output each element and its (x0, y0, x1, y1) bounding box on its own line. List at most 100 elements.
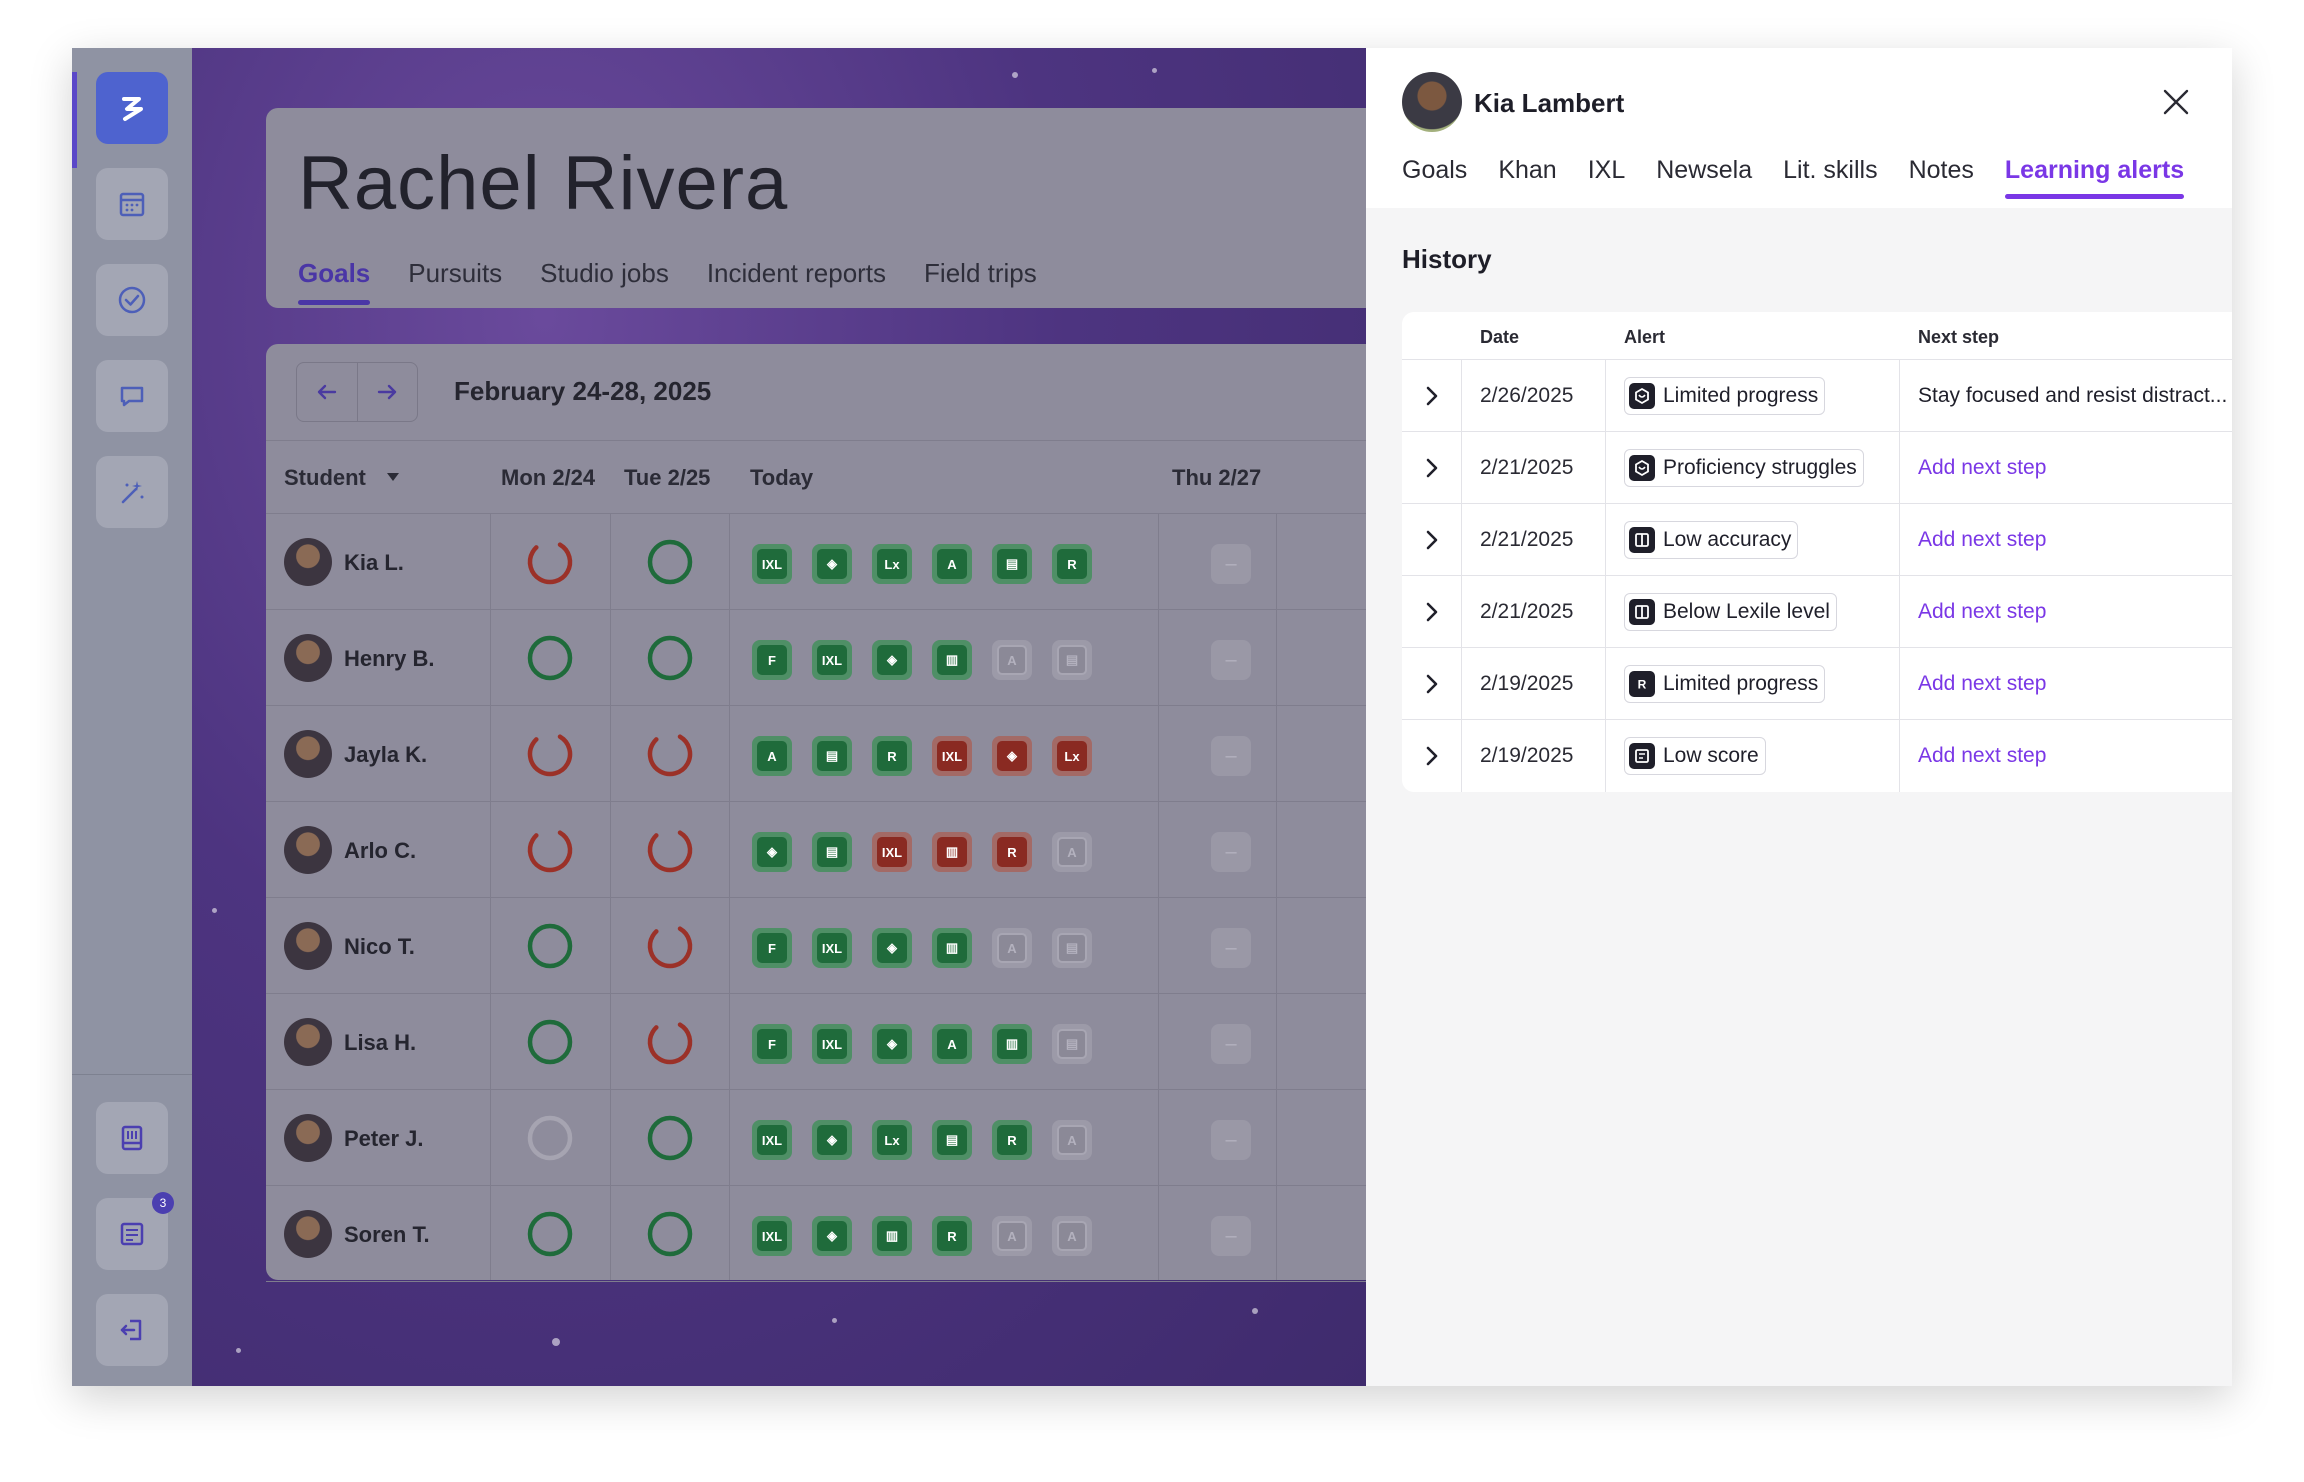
app-activity-icon[interactable]: ◈ (992, 736, 1032, 776)
app-activity-icon[interactable]: ◈ (752, 832, 792, 872)
app-activity-icon[interactable]: A (992, 1216, 1032, 1256)
rail-library-button[interactable] (96, 1102, 168, 1174)
goal-progress-ring-mon[interactable] (526, 730, 574, 778)
table-row[interactable]: Jayla K. A ▤ R IXL ◈ Lx – (266, 706, 1366, 802)
rail-magic-button[interactable] (96, 456, 168, 528)
app-activity-icon[interactable]: IXL (812, 1024, 852, 1064)
student-name[interactable]: Henry B. (344, 646, 434, 672)
goal-progress-ring-tue[interactable] (646, 634, 694, 682)
goal-progress-ring-tue[interactable] (646, 538, 694, 586)
chevron-right-icon[interactable] (1418, 670, 1446, 698)
table-row[interactable]: 2/19/2025 R Limited progress Add next step (1402, 648, 2232, 720)
previous-week-button[interactable] (297, 363, 358, 421)
app-activity-icon[interactable]: A (1052, 1120, 1092, 1160)
student-name[interactable]: Peter J. (344, 1126, 424, 1152)
app-activity-icon[interactable]: ▥ (932, 832, 972, 872)
app-activity-icon[interactable]: ◈ (812, 1216, 852, 1256)
goal-progress-ring-mon[interactable] (526, 1018, 574, 1066)
goal-progress-ring-tue[interactable] (646, 826, 694, 874)
table-row[interactable]: Henry B. F IXL ◈ ▥ A ▤ – (266, 610, 1366, 706)
app-activity-icon[interactable]: ◈ (872, 640, 912, 680)
goal-progress-ring-mon[interactable] (526, 1210, 574, 1258)
rail-reports-button[interactable]: 3 (96, 1192, 174, 1270)
app-activity-icon[interactable]: ▤ (812, 736, 852, 776)
add-next-step-link[interactable]: Add next step (1918, 456, 2046, 480)
tab-khan[interactable]: Khan (1498, 156, 1556, 185)
rail-messages-button[interactable] (96, 360, 168, 432)
goal-progress-ring-tue[interactable] (646, 1114, 694, 1162)
goal-progress-ring-tue[interactable] (646, 922, 694, 970)
tab-ixl[interactable]: IXL (1588, 156, 1626, 185)
app-activity-icon[interactable]: IXL (812, 928, 852, 968)
app-activity-icon[interactable]: IXL (752, 544, 792, 584)
student-name[interactable]: Soren T. (344, 1222, 430, 1248)
tab-lit-skills[interactable]: Lit. skills (1783, 156, 1877, 185)
next-week-button[interactable] (358, 363, 418, 421)
app-activity-icon[interactable]: ▤ (812, 832, 852, 872)
goal-progress-ring-tue[interactable] (646, 1018, 694, 1066)
logo-button[interactable] (96, 72, 168, 144)
table-row[interactable]: Peter J. IXL ◈ Lx ▤ R A – (266, 1090, 1366, 1186)
student-name[interactable]: Lisa H. (344, 1030, 416, 1056)
rail-goals-button[interactable] (96, 264, 168, 336)
student-name[interactable]: Arlo C. (344, 838, 416, 864)
app-activity-icon[interactable]: IXL (752, 1216, 792, 1256)
app-activity-icon[interactable]: ◈ (872, 928, 912, 968)
app-activity-icon[interactable]: Lx (872, 1120, 912, 1160)
rail-calendar-button[interactable] (96, 168, 168, 240)
close-button[interactable] (2156, 82, 2196, 122)
chevron-right-icon[interactable] (1418, 454, 1446, 482)
app-activity-icon[interactable]: ▤ (1052, 1024, 1092, 1064)
chevron-right-icon[interactable] (1418, 742, 1446, 770)
app-activity-icon[interactable]: Lx (872, 544, 912, 584)
app-activity-icon[interactable]: ▥ (932, 928, 972, 968)
tab-notes[interactable]: Notes (1909, 156, 1974, 185)
app-activity-icon[interactable]: F (752, 640, 792, 680)
goal-progress-ring-tue[interactable] (646, 1210, 694, 1258)
app-activity-icon[interactable]: F (752, 1024, 792, 1064)
chevron-right-icon[interactable] (1418, 598, 1446, 626)
table-row[interactable]: Soren T. IXL ◈ ▥ R A A – (266, 1186, 1366, 1282)
app-activity-icon[interactable]: Lx (1052, 736, 1092, 776)
goal-progress-ring-mon[interactable] (526, 1114, 574, 1162)
student-name[interactable]: Jayla K. (344, 742, 427, 768)
tab-newsela[interactable]: Newsela (1656, 156, 1752, 185)
goal-progress-ring-mon[interactable] (526, 826, 574, 874)
table-row[interactable]: 2/21/2025 Low accuracy Add next step (1402, 504, 2232, 576)
column-student[interactable]: Student (284, 465, 366, 491)
app-activity-icon[interactable]: R (992, 1120, 1032, 1160)
app-activity-icon[interactable]: IXL (812, 640, 852, 680)
student-name[interactable]: Nico T. (344, 934, 415, 960)
rail-logout-button[interactable] (96, 1294, 168, 1366)
chevron-right-icon[interactable] (1418, 526, 1446, 554)
app-activity-icon[interactable]: IXL (932, 736, 972, 776)
table-row[interactable]: Nico T. F IXL ◈ ▥ A ▤ – (266, 898, 1366, 994)
goal-progress-ring-mon[interactable] (526, 538, 574, 586)
table-row[interactable]: 2/26/2025 Limited progress Stay focused an… (1402, 360, 2232, 432)
tab-pursuits[interactable]: Pursuits (408, 258, 502, 289)
app-activity-icon[interactable]: F (752, 928, 792, 968)
next-step-text[interactable]: Stay focused and resist distract... (1918, 384, 2227, 408)
app-activity-icon[interactable]: A (992, 928, 1032, 968)
tab-incident-reports[interactable]: Incident reports (707, 258, 886, 289)
app-activity-icon[interactable]: ▥ (872, 1216, 912, 1256)
tab-goals[interactable]: Goals (1402, 156, 1467, 185)
tab-studio-jobs[interactable]: Studio jobs (540, 258, 669, 289)
sort-down-icon[interactable] (386, 472, 400, 482)
app-activity-icon[interactable]: R (872, 736, 912, 776)
app-activity-icon[interactable]: ▥ (992, 1024, 1032, 1064)
table-row[interactable]: Kia L. IXL ◈ Lx A ▤ R – (266, 514, 1366, 610)
table-row[interactable]: Arlo C. ◈ ▤ IXL ▥ R A – (266, 802, 1366, 898)
app-activity-icon[interactable]: A (932, 544, 972, 584)
table-row[interactable]: Lisa H. F IXL ◈ A ▥ ▤ – (266, 994, 1366, 1090)
table-row[interactable]: 2/21/2025 Proficiency struggles Add next s… (1402, 432, 2232, 504)
app-activity-icon[interactable]: A (992, 640, 1032, 680)
tab-learning-alerts[interactable]: Learning alerts (2004, 156, 2185, 199)
student-name[interactable]: Kia L. (344, 550, 404, 576)
goal-progress-ring-mon[interactable] (526, 922, 574, 970)
tab-goals[interactable]: Goals (298, 258, 371, 305)
add-next-step-link[interactable]: Add next step (1918, 672, 2046, 696)
app-activity-icon[interactable]: ▤ (992, 544, 1032, 584)
app-activity-icon[interactable]: ◈ (812, 1120, 852, 1160)
app-activity-icon[interactable]: A (932, 1024, 972, 1064)
